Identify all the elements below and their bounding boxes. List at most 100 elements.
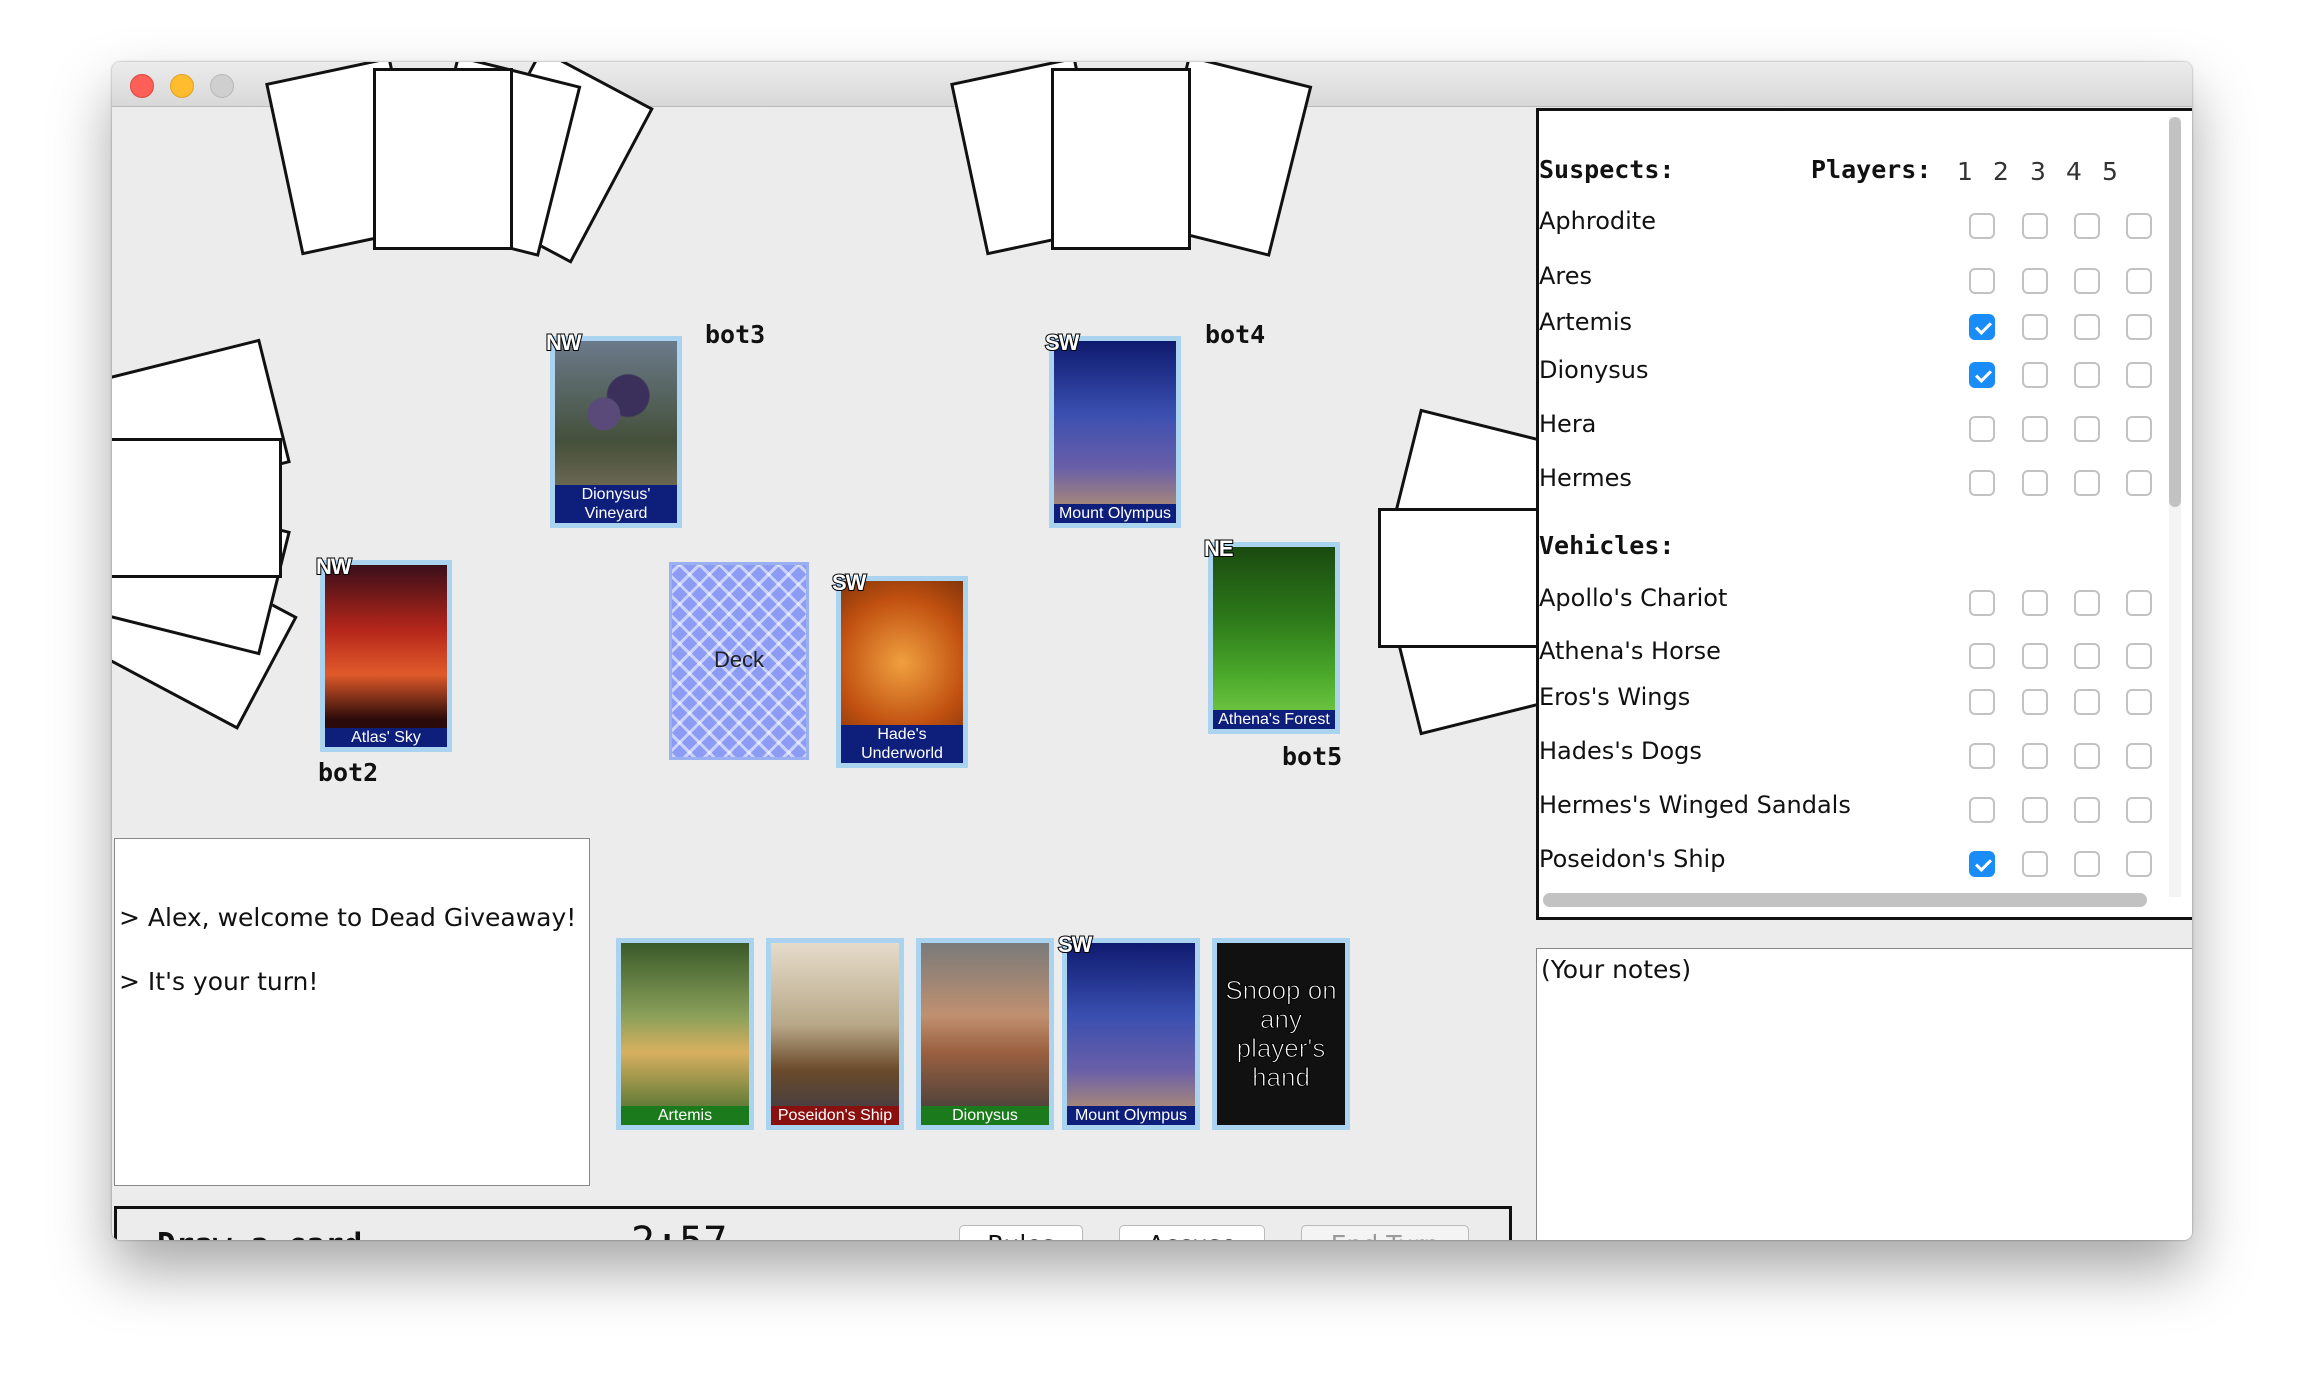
game-window: bot3 bot4 bot2 bot5 Dionysus' Vineyard N bbox=[112, 62, 2192, 1240]
player-checkbox[interactable] bbox=[2074, 643, 2100, 669]
hand-card[interactable]: Dionysus bbox=[916, 938, 1054, 1130]
checklist-item-label: Eros's Wings bbox=[1539, 683, 1691, 711]
player-checkbox[interactable] bbox=[2126, 643, 2152, 669]
player-checkbox[interactable] bbox=[1969, 213, 1995, 239]
bot-name: bot2 bbox=[318, 758, 379, 787]
direction-marker: SW bbox=[1057, 931, 1093, 958]
player-checkbox[interactable] bbox=[1969, 590, 1995, 616]
checklist-item-label: Hermes's Winged Sandals bbox=[1539, 791, 1851, 819]
player-checkbox[interactable] bbox=[2126, 314, 2152, 340]
player-checkbox[interactable] bbox=[2126, 362, 2152, 388]
hand-card[interactable]: Poseidon's Ship bbox=[766, 938, 904, 1130]
player-number: 1 bbox=[1957, 157, 1973, 186]
olympus-art-image bbox=[1054, 341, 1176, 523]
player-checkbox[interactable] bbox=[2074, 314, 2100, 340]
checklist-item-label: Poseidon's Ship bbox=[1539, 845, 1726, 873]
close-window-button[interactable] bbox=[130, 74, 154, 98]
table-card[interactable]: Atlas' Sky NW bbox=[315, 553, 452, 752]
player-checkbox[interactable] bbox=[2126, 590, 2152, 616]
checklist-item-label: Hades's Dogs bbox=[1539, 737, 1702, 765]
checklist-item-label: Apollo's Chariot bbox=[1539, 584, 1728, 612]
snoop-card-text: Snoop on any player's hand bbox=[1217, 943, 1345, 1125]
player-checkbox[interactable] bbox=[2126, 470, 2152, 496]
player-checkbox[interactable] bbox=[2022, 314, 2048, 340]
notes-placeholder: (Your notes) bbox=[1541, 955, 1692, 984]
player-checkbox[interactable] bbox=[2126, 416, 2152, 442]
table-card[interactable]: Hade's Underworld SW bbox=[831, 569, 968, 768]
player-checkbox[interactable] bbox=[2074, 797, 2100, 823]
player-checkbox[interactable] bbox=[1969, 362, 1995, 388]
vertical-scrollbar-thumb[interactable] bbox=[2169, 117, 2181, 507]
player-checkbox[interactable] bbox=[2022, 743, 2048, 769]
player-checkbox[interactable] bbox=[2022, 643, 2048, 669]
artemis-art-image bbox=[621, 943, 749, 1125]
player-checkbox[interactable] bbox=[2074, 213, 2100, 239]
player-checkbox[interactable] bbox=[2074, 590, 2100, 616]
player-checkbox[interactable] bbox=[2074, 689, 2100, 715]
minimize-window-button[interactable] bbox=[170, 74, 194, 98]
direction-marker: NW bbox=[315, 553, 353, 580]
player-checkbox[interactable] bbox=[2126, 213, 2152, 239]
player-checkbox[interactable] bbox=[2074, 268, 2100, 294]
dionysus-art-image bbox=[921, 943, 1049, 1125]
player-checkbox[interactable] bbox=[2022, 797, 2048, 823]
horizontal-scrollbar-thumb[interactable] bbox=[1543, 893, 2147, 907]
status-bar: Draw a card. 2:57 Rules Accuse End Turn bbox=[114, 1206, 1512, 1240]
card-caption: Mount Olympus bbox=[1054, 504, 1176, 523]
player-checkbox[interactable] bbox=[2022, 851, 2048, 877]
player-checkbox[interactable] bbox=[1969, 851, 1995, 877]
checklist-item-label: Artemis bbox=[1539, 308, 1633, 336]
card-caption: Dionysus' Vineyard bbox=[555, 485, 677, 523]
player-checkbox[interactable] bbox=[2074, 851, 2100, 877]
card-caption: Hade's Underworld bbox=[841, 725, 963, 763]
direction-marker: NW bbox=[545, 329, 583, 356]
player-checkbox[interactable] bbox=[2126, 268, 2152, 294]
suspects-header: Suspects: bbox=[1539, 155, 1675, 184]
card-back bbox=[1051, 68, 1191, 250]
player-checkbox[interactable] bbox=[2126, 743, 2152, 769]
hand-card[interactable]: Artemis bbox=[616, 938, 754, 1130]
player-checkbox[interactable] bbox=[2022, 268, 2048, 294]
player-checkbox[interactable] bbox=[1969, 689, 1995, 715]
player-checkbox[interactable] bbox=[2022, 362, 2048, 388]
player-checkbox[interactable] bbox=[2126, 797, 2152, 823]
end-turn-button[interactable]: End Turn bbox=[1301, 1225, 1469, 1240]
player-checkbox[interactable] bbox=[2126, 689, 2152, 715]
table-card[interactable]: Athena's Forest NE bbox=[1203, 535, 1340, 734]
player-checkbox[interactable] bbox=[2074, 470, 2100, 496]
snoop-card[interactable]: Snoop on any player's hand bbox=[1212, 938, 1350, 1130]
log-line: > Alex, welcome to Dead Giveaway! bbox=[119, 903, 577, 932]
accuse-button[interactable]: Accuse bbox=[1119, 1225, 1265, 1240]
card-back bbox=[373, 68, 513, 250]
player-checkbox[interactable] bbox=[1969, 470, 1995, 496]
player-checkbox[interactable] bbox=[2022, 416, 2048, 442]
player-checkbox[interactable] bbox=[1969, 743, 1995, 769]
card-caption: Atlas' Sky bbox=[325, 728, 447, 747]
notes-area[interactable]: (Your notes) bbox=[1536, 948, 2192, 1240]
player-checkbox[interactable] bbox=[1969, 643, 1995, 669]
zoom-window-button[interactable] bbox=[210, 74, 234, 98]
player-checkbox[interactable] bbox=[1969, 314, 1995, 340]
player-number: 2 bbox=[1993, 157, 2009, 186]
table-card[interactable]: Mount Olympus SW bbox=[1044, 329, 1181, 528]
rules-button[interactable]: Rules bbox=[959, 1225, 1083, 1240]
checklist-item-label: Aphrodite bbox=[1539, 207, 1656, 235]
player-checkbox[interactable] bbox=[2022, 590, 2048, 616]
player-checkbox[interactable] bbox=[1969, 797, 1995, 823]
player-checkbox[interactable] bbox=[2074, 362, 2100, 388]
player-checkbox[interactable] bbox=[2074, 743, 2100, 769]
player-checkbox[interactable] bbox=[1969, 416, 1995, 442]
player-checkbox[interactable] bbox=[2126, 851, 2152, 877]
hand-card[interactable]: Mount Olympus SW bbox=[1057, 931, 1200, 1130]
checklist-item-label: Ares bbox=[1539, 262, 1593, 290]
player-checkbox[interactable] bbox=[2022, 689, 2048, 715]
bot-name: bot4 bbox=[1205, 320, 1266, 349]
player-checkbox[interactable] bbox=[2022, 213, 2048, 239]
player-checkbox[interactable] bbox=[2022, 470, 2048, 496]
direction-marker: SW bbox=[1044, 329, 1080, 356]
card-caption: Athena's Forest bbox=[1213, 710, 1335, 729]
table-card[interactable]: Dionysus' Vineyard NW bbox=[545, 329, 682, 528]
player-checkbox[interactable] bbox=[1969, 268, 1995, 294]
player-checkbox[interactable] bbox=[2074, 416, 2100, 442]
draw-deck[interactable]: Deck bbox=[669, 562, 809, 760]
